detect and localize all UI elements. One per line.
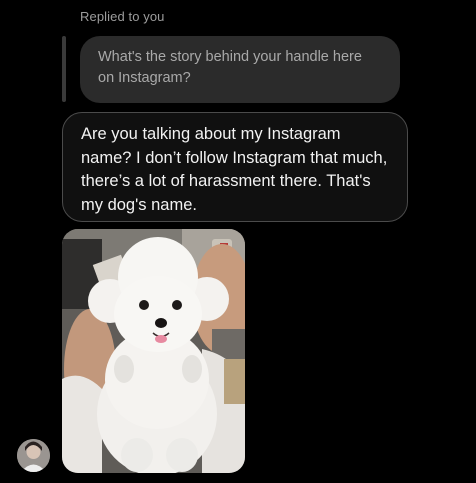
dm-thread: Replied to you What's the story behind y… — [0, 0, 476, 483]
shared-photo[interactable] — [62, 229, 245, 473]
dog-photo-icon — [62, 229, 245, 473]
quoted-message-bubble[interactable]: What's the story behind your handle here… — [80, 36, 400, 103]
user-avatar-icon — [17, 439, 50, 472]
sender-avatar[interactable] — [17, 439, 50, 472]
reply-message-bubble[interactable]: Are you talking about my Instagram name?… — [62, 112, 408, 222]
replied-to-you-label: Replied to you — [80, 9, 165, 24]
reply-quote-bar — [62, 36, 66, 102]
